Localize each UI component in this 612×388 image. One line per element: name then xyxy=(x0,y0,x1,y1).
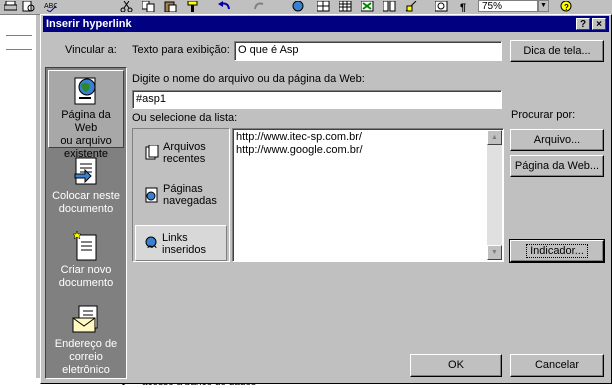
new-document-icon xyxy=(72,230,97,261)
link-email-address[interactable]: Endereço de correio eletrônico xyxy=(46,304,126,376)
ok-button[interactable]: OK xyxy=(410,354,502,377)
link-existing-file-or-web-page[interactable]: Página da Web ou arquivo existente xyxy=(48,70,124,160)
link-create-new-document[interactable]: Criar novo documento xyxy=(46,230,126,302)
insert-excel-icon[interactable] xyxy=(360,0,374,12)
link-bar-line2: ou arquivo xyxy=(60,135,112,147)
display-text-label: Texto para exibição: xyxy=(132,44,230,56)
browsed-pages-icon xyxy=(145,187,158,203)
format-painter-icon[interactable] xyxy=(186,0,199,12)
link-to-label: Vincular a: xyxy=(65,44,117,56)
undo-icon[interactable] xyxy=(218,1,231,12)
insert-table-icon[interactable] xyxy=(338,0,352,12)
link-place-in-document[interactable]: Colocar neste documento xyxy=(46,156,126,226)
recent-files-icon xyxy=(145,145,159,160)
web-page-icon xyxy=(74,77,96,105)
cancel-button[interactable]: Cancelar xyxy=(510,354,604,377)
list-item[interactable]: http://www.itec-sp.com.br/ xyxy=(236,131,362,143)
print-icon[interactable] xyxy=(3,0,18,12)
inserted-links-item[interactable]: Links inseridos xyxy=(135,225,227,261)
link-bar-line2: correio xyxy=(69,351,103,363)
source-list: Arquivos recentes Páginas navegadas Link… xyxy=(132,128,230,262)
display-text-field[interactable]: O que é Asp xyxy=(234,41,502,61)
title-bar: Inserir hyperlink ? × xyxy=(43,16,609,32)
paste-icon[interactable] xyxy=(164,1,177,13)
tables-borders-icon[interactable] xyxy=(316,0,330,12)
source-line1: Páginas xyxy=(163,183,203,195)
link-to-bar: Página da Web ou arquivo existente Coloc… xyxy=(45,67,127,379)
zoom-select[interactable]: 75% xyxy=(478,0,538,12)
ruler-line xyxy=(6,35,32,36)
recent-files-item[interactable]: Arquivos recentes xyxy=(137,139,227,169)
columns-icon[interactable] xyxy=(382,0,396,12)
link-bar-line1: Endereço de xyxy=(54,338,118,350)
source-line1: Links xyxy=(162,232,188,244)
email-icon xyxy=(72,305,98,333)
scroll-up-icon[interactable]: ▲ xyxy=(487,130,502,145)
link-bar-line1: Colocar neste xyxy=(52,190,120,202)
insert-hyperlink-icon[interactable] xyxy=(292,0,305,12)
address-field[interactable]: #asp1 xyxy=(132,90,502,109)
ruler-line xyxy=(6,49,32,50)
help-button[interactable]: ? xyxy=(576,18,590,30)
bookmark-label: Indicador... xyxy=(526,244,588,258)
select-list-label: Ou selecione da lista: xyxy=(132,112,238,124)
document-area xyxy=(0,15,36,388)
print-preview-icon[interactable] xyxy=(22,0,35,12)
background-toolbar: ABC ¶ 75% ▼ ? xyxy=(0,0,612,15)
place-in-document-icon xyxy=(74,157,97,185)
browse-web-page-button[interactable]: Página da Web... xyxy=(510,155,604,177)
link-bar-line1: Página da Web xyxy=(61,109,111,134)
cut-icon[interactable] xyxy=(120,0,133,13)
source-line2: navegadas xyxy=(163,195,217,207)
browse-for-label: Procurar por: xyxy=(511,109,576,121)
list-item[interactable]: http://www.google.com.br/ xyxy=(236,144,363,156)
insert-hyperlink-dialog: Inserir hyperlink ? × Vincular a: Texto … xyxy=(40,14,612,384)
scroll-down-icon[interactable]: ▼ xyxy=(487,245,502,260)
help-icon[interactable]: ? xyxy=(560,0,573,12)
bookmark-button[interactable]: Indicador... xyxy=(509,239,605,263)
link-bar-line2: documento xyxy=(58,277,114,289)
links-listbox[interactable]: http://www.itec-sp.com.br/ http://www.go… xyxy=(232,128,504,262)
svg-text:?: ? xyxy=(564,3,569,12)
link-bar-line2: documento xyxy=(58,203,114,215)
address-label: Digite o nome do arquivo ou da página da… xyxy=(132,73,365,85)
screen-tip-button[interactable]: Dica de tela... xyxy=(510,40,604,62)
svg-text:¶: ¶ xyxy=(460,2,466,12)
source-line2: recentes xyxy=(163,153,206,165)
spelling-icon[interactable]: ABC xyxy=(44,1,58,13)
source-line2: inseridos xyxy=(162,244,207,256)
redo-icon[interactable] xyxy=(253,1,266,12)
dialog-title: Inserir hyperlink xyxy=(46,18,132,30)
drawing-icon[interactable] xyxy=(405,0,418,12)
vertical-scrollbar[interactable]: ▲ ▼ xyxy=(487,130,502,260)
close-button[interactable]: × xyxy=(592,18,606,30)
source-line1: Arquivos xyxy=(163,141,206,153)
link-bar-line1: Criar novo xyxy=(60,264,112,276)
link-bar-line3: eletrônico xyxy=(62,364,110,376)
chevron-down-icon[interactable]: ▼ xyxy=(538,0,549,12)
browsed-pages-item[interactable]: Páginas navegadas xyxy=(137,181,227,211)
show-hide-icon[interactable]: ¶ xyxy=(458,1,471,14)
document-map-icon[interactable] xyxy=(434,0,448,12)
browse-file-button[interactable]: Arquivo... xyxy=(510,129,604,151)
inserted-links-icon xyxy=(145,236,157,249)
copy-icon[interactable] xyxy=(141,0,155,13)
